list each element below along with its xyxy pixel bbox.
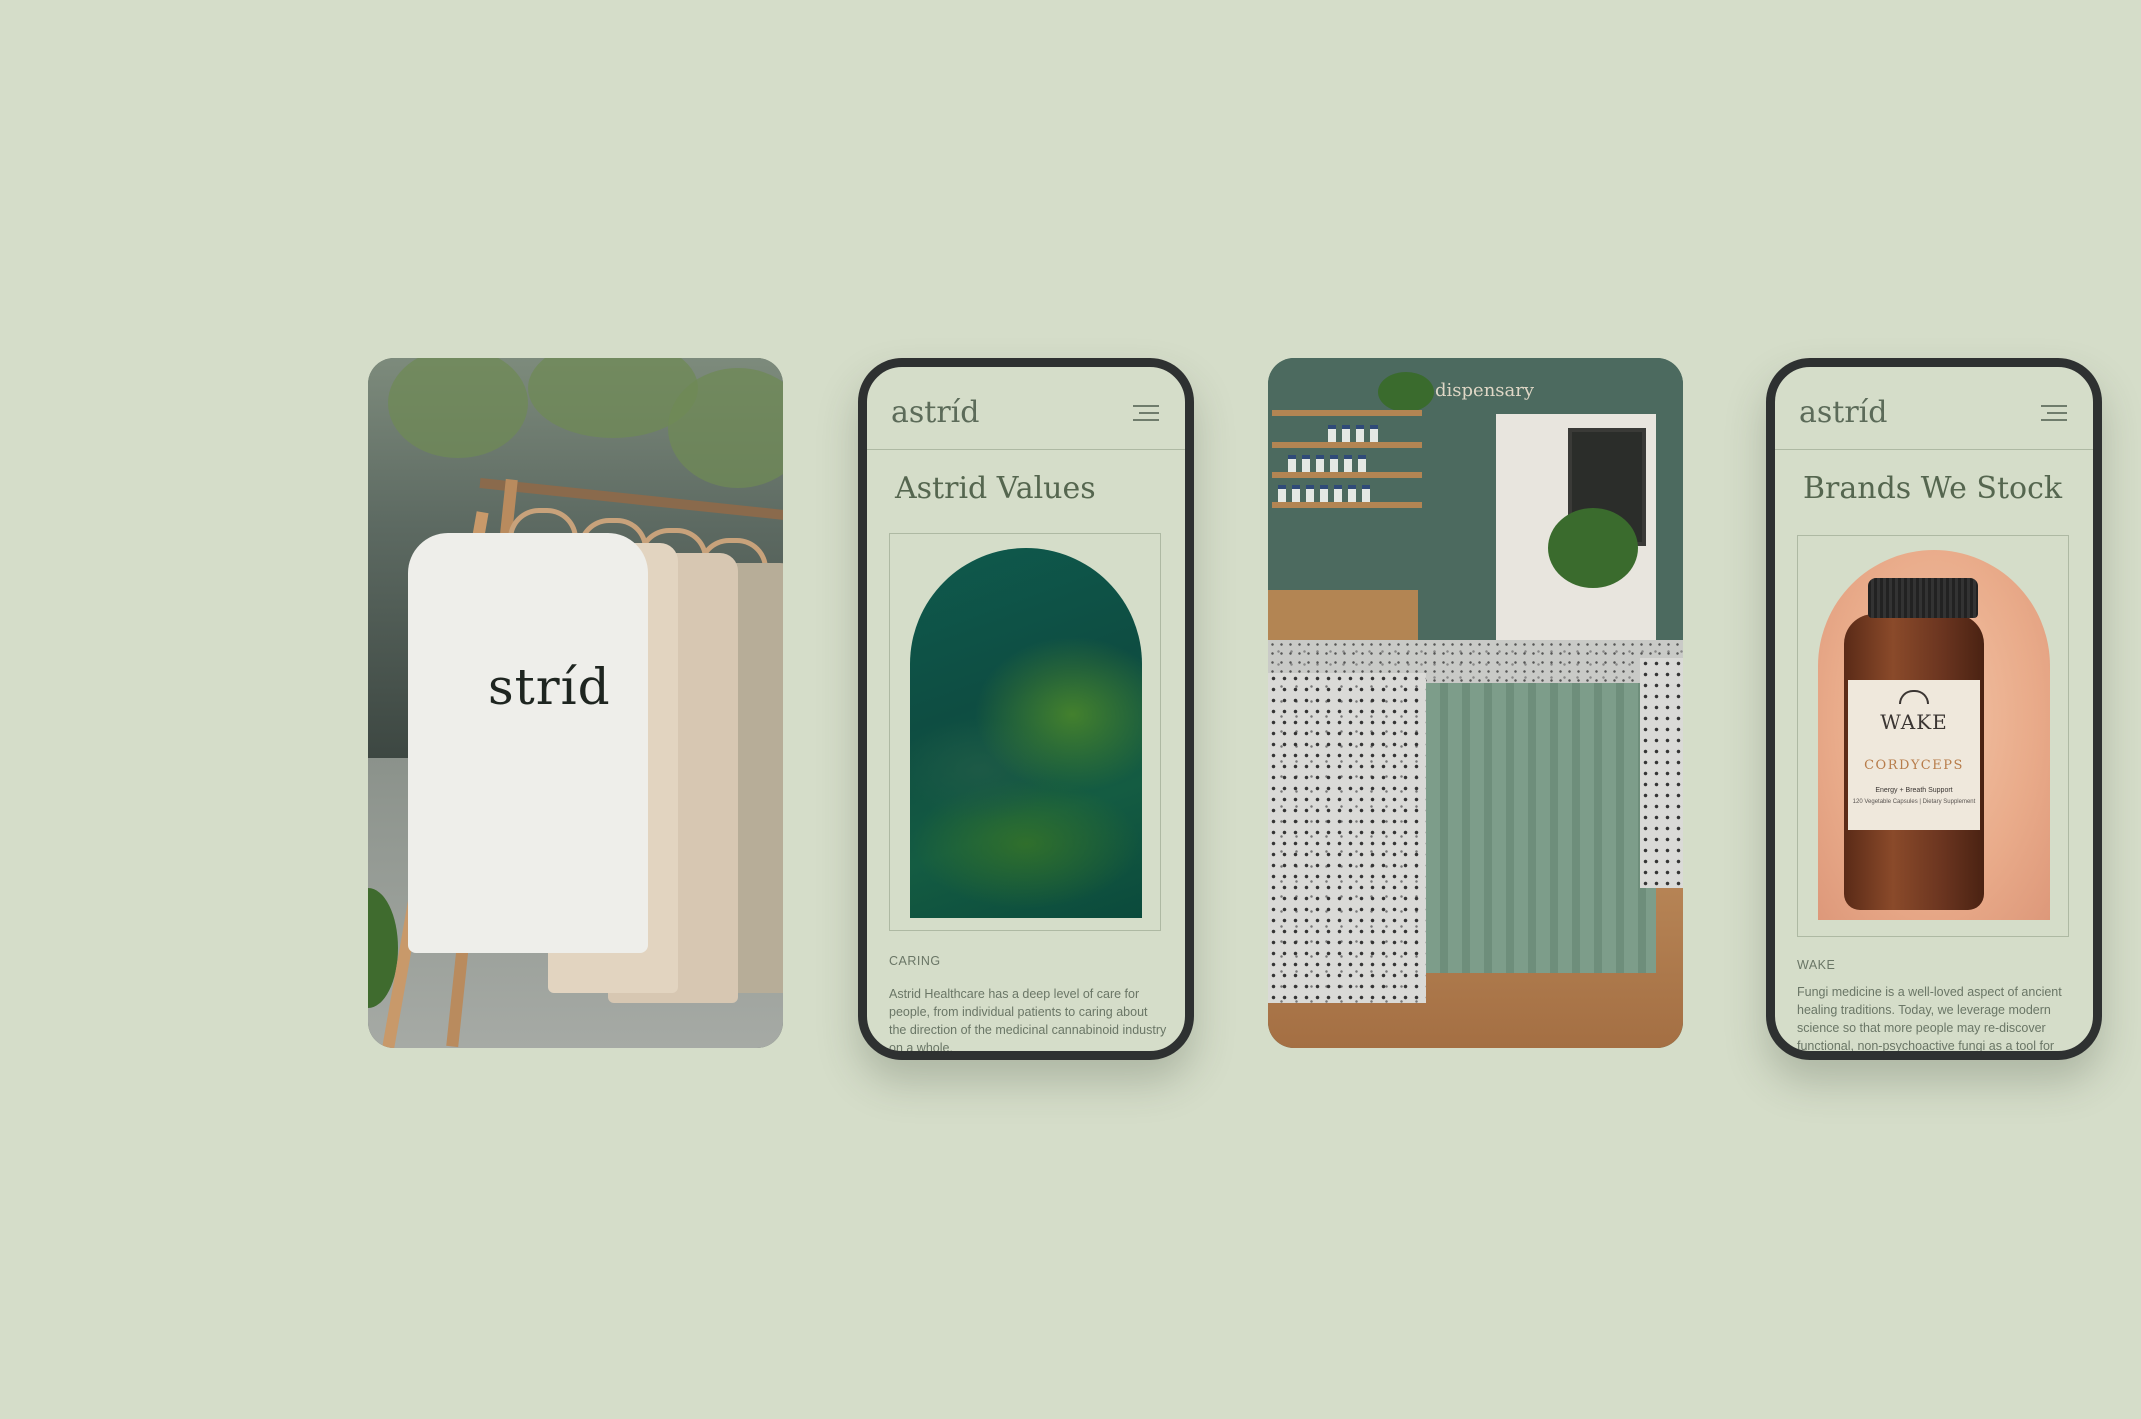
hamburger-menu-icon[interactable]	[1133, 405, 1159, 426]
product-jar	[1358, 455, 1366, 472]
shelf	[1272, 472, 1422, 478]
product-jar	[1292, 485, 1300, 502]
product-jar	[1342, 425, 1350, 442]
product-jar	[1330, 455, 1338, 472]
tshirt-rack-photo: stríd	[368, 358, 783, 1048]
product-jar	[1278, 485, 1286, 502]
product-jar	[1362, 485, 1370, 502]
jar-lid	[1868, 578, 1978, 618]
site-logo[interactable]: astríd	[891, 395, 979, 430]
site-header: astríd	[867, 367, 1185, 450]
body-text: Astrid Healthcare has a deep level of ca…	[889, 987, 1167, 1055]
product-jar	[1344, 455, 1352, 472]
product-jar	[1320, 485, 1328, 502]
product-detail: 120 Vegetable Capsules | Dietary Supplem…	[1852, 799, 1976, 805]
image-frame	[889, 533, 1161, 931]
wake-product-image[interactable]: WAKE CORDYCEPS Energy + Breath Support 1…	[1818, 550, 2050, 920]
product-name: CORDYCEPS	[1864, 758, 1964, 773]
product-jar	[1370, 425, 1378, 442]
product-jar	[1306, 485, 1314, 502]
product-tagline: Energy + Breath Support	[1875, 787, 1953, 794]
wake-logo-icon	[1899, 690, 1929, 704]
image-caption: WAKE	[1797, 958, 1836, 972]
product-jar	[1348, 485, 1356, 502]
product-brand: WAKE	[1880, 710, 1948, 734]
product-jar	[1334, 485, 1342, 502]
product-jar	[1288, 455, 1296, 472]
site-logo[interactable]: astríd	[1799, 395, 1887, 430]
plant	[1378, 372, 1434, 412]
terrazzo-counter-end	[1640, 658, 1683, 888]
phone-astrid-values: astríd Astrid Values CARING Astrid Healt…	[858, 358, 1194, 1060]
jar-label: WAKE CORDYCEPS Energy + Breath Support 1…	[1848, 680, 1980, 830]
dispensary-photo: dispensary	[1268, 358, 1683, 1048]
image-frame: WAKE CORDYCEPS Energy + Breath Support 1…	[1797, 535, 2069, 937]
phone-brands-we-stock: astríd Brands We Stock WAKE CORDYCEPS En…	[1766, 358, 2102, 1060]
shirt-white	[408, 533, 648, 953]
shirt-print: stríd	[488, 658, 611, 716]
body-text: Fungi medicine is a well-loved aspect of…	[1797, 985, 2062, 1053]
shelf	[1272, 502, 1422, 508]
page-title: Brands We Stock	[1803, 471, 2063, 506]
plant	[1548, 508, 1638, 588]
site-header: astríd	[1775, 367, 2093, 450]
product-jar	[1328, 425, 1336, 442]
terrazzo-counter	[1268, 673, 1426, 1003]
shelf	[1272, 410, 1422, 416]
image-caption: CARING	[889, 954, 941, 968]
dispensary-sign: dispensary	[1435, 380, 1535, 401]
product-jar	[1302, 455, 1310, 472]
product-jar	[1356, 425, 1364, 442]
shelf	[1272, 442, 1422, 448]
green-painting-image	[910, 548, 1142, 918]
product-jar	[1316, 455, 1324, 472]
hamburger-menu-icon[interactable]	[2041, 405, 2067, 426]
fluted-counter-panel	[1426, 683, 1656, 973]
back-cabinet	[1268, 590, 1418, 645]
page-title: Astrid Values	[895, 471, 1096, 506]
